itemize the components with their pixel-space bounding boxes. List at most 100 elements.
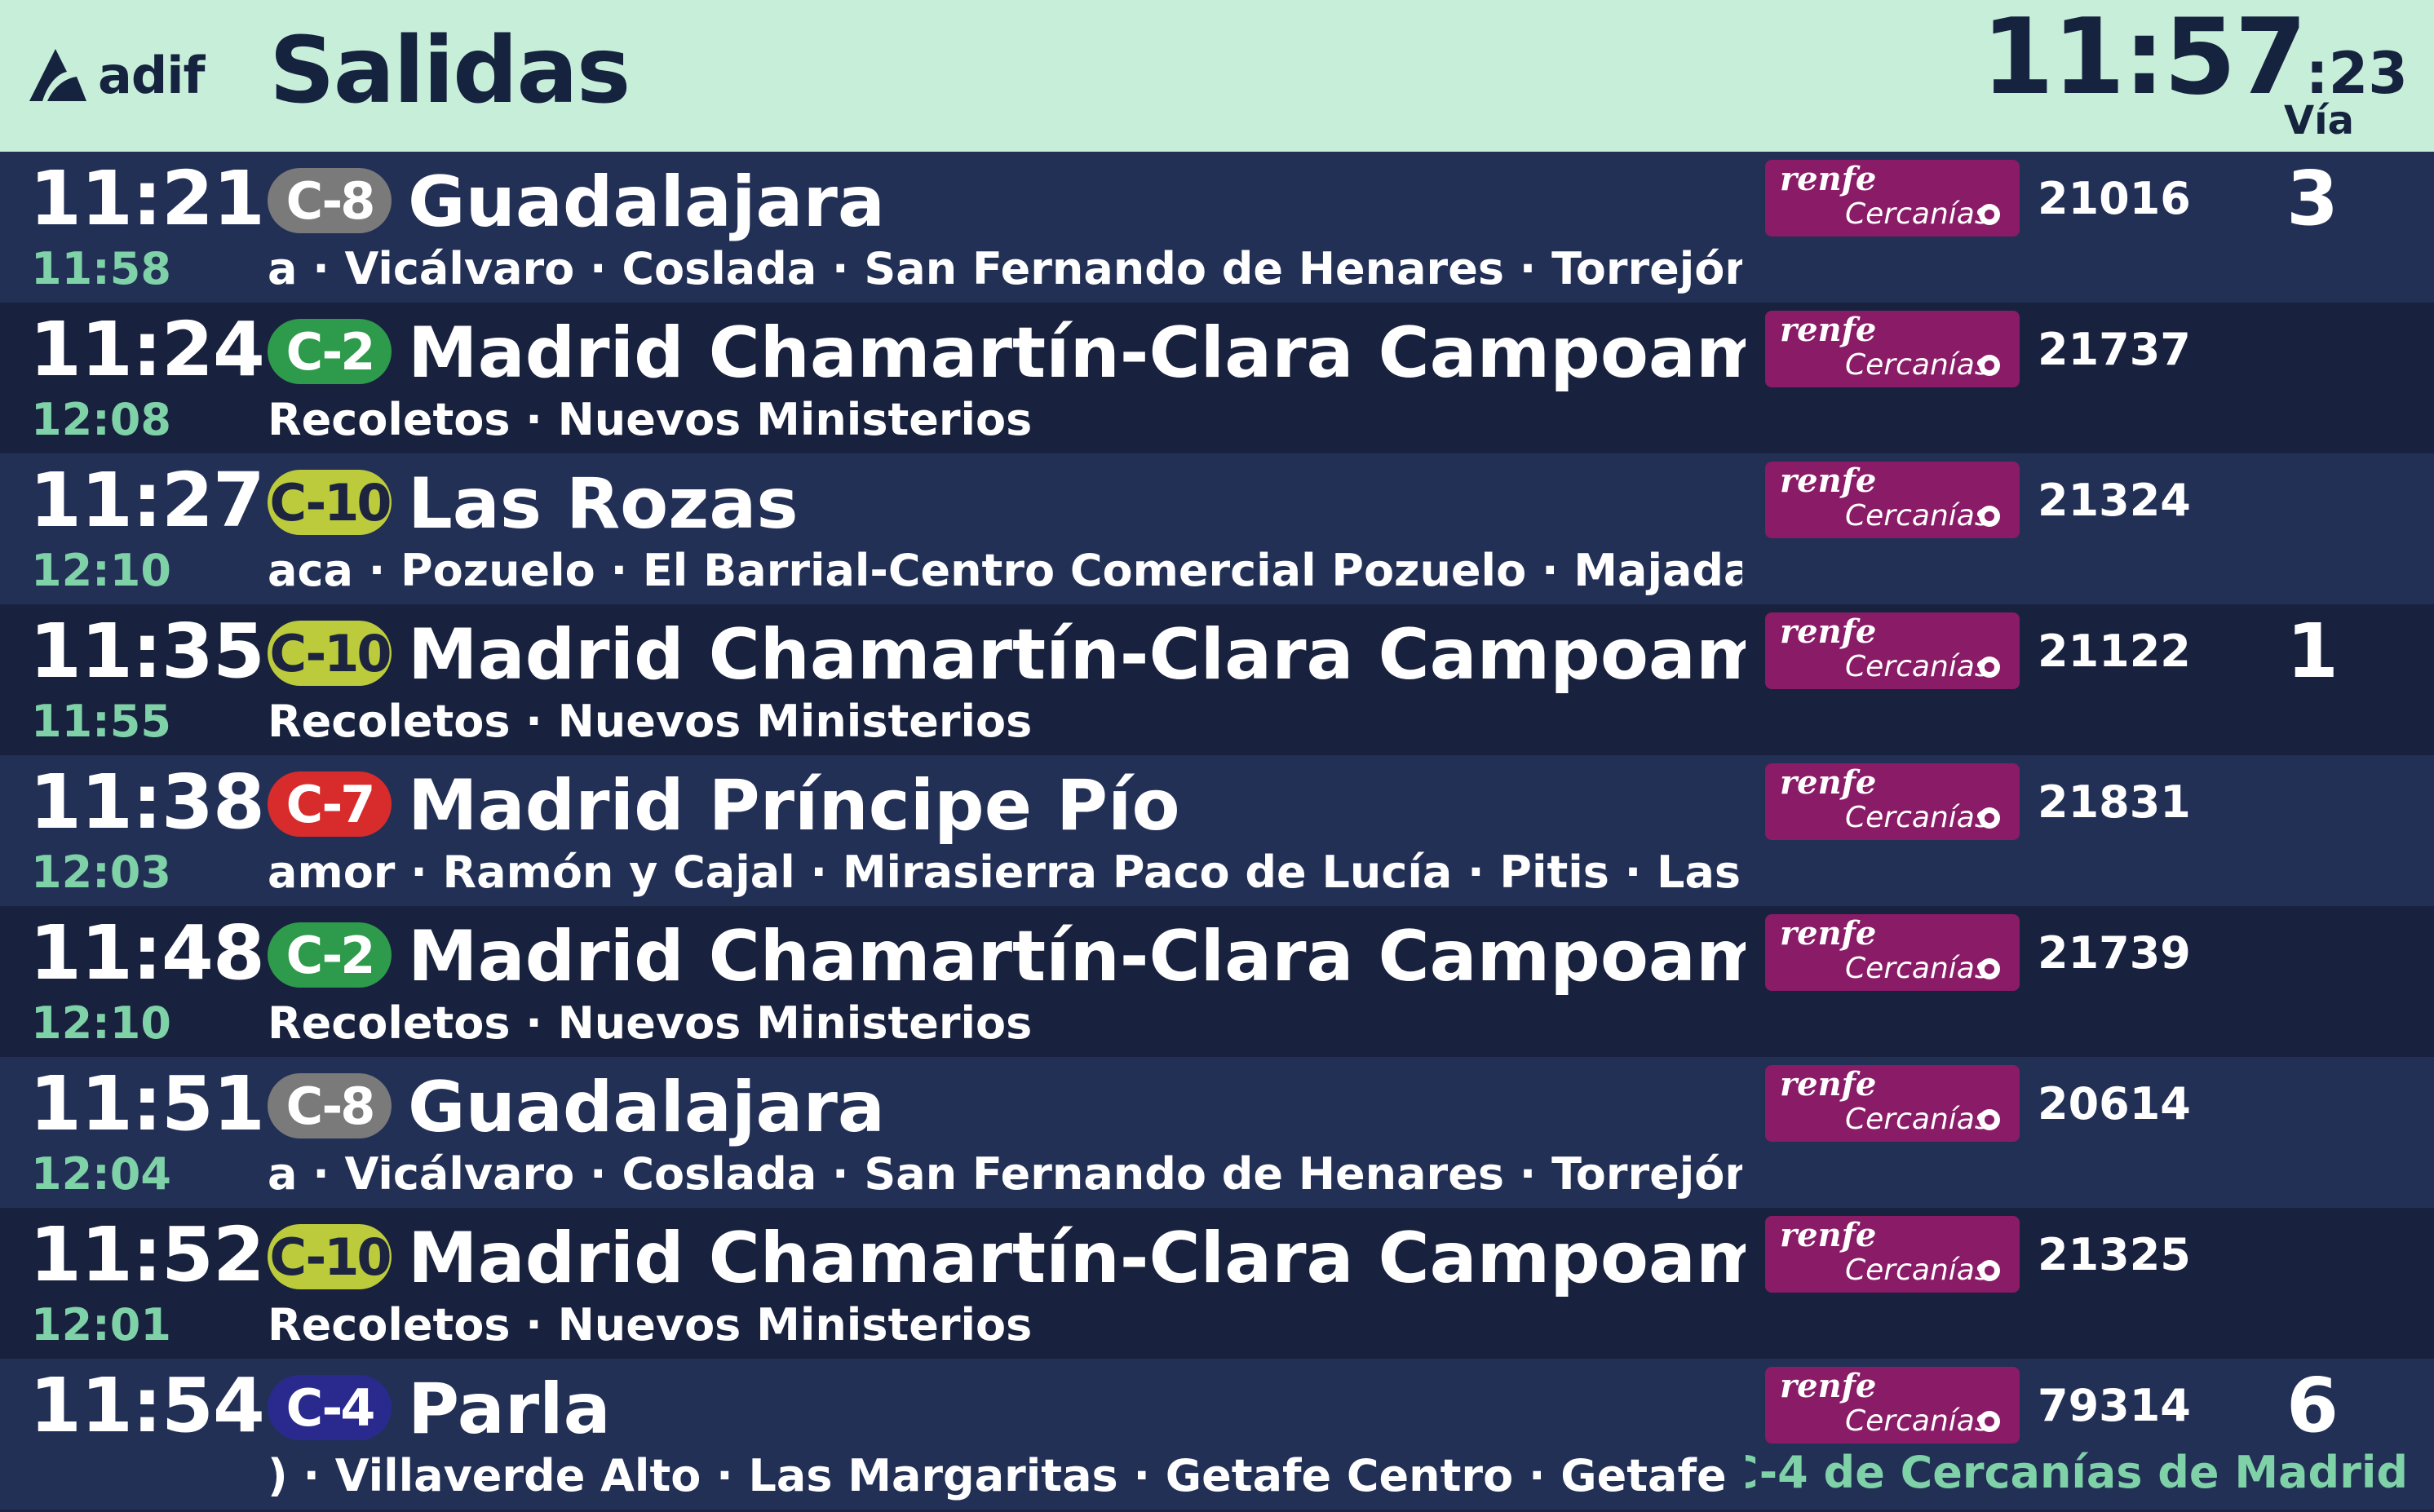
train-number: 21737	[2038, 324, 2191, 375]
intermediate-stops: Recoletos · Nuevos Ministerios	[268, 1299, 1742, 1356]
platform-number: 1	[2286, 608, 2339, 695]
operator-service: Cercanías	[1845, 1404, 1990, 1438]
operator-name: renfe	[1780, 612, 1877, 651]
stops-text: Recoletos · Nuevos Ministerios	[268, 997, 1033, 1049]
departure-row: 11:38 12:03 C-7 Madrid Príncipe Pío amor · R…	[0, 755, 2434, 906]
intermediate-stops: Recoletos · Nuevos Ministerios	[268, 997, 1742, 1054]
operator-logo: renfe Cercanías	[1765, 1367, 2020, 1443]
destination: Guadalajara	[408, 1067, 885, 1148]
operator-service: Cercanías	[1845, 499, 1990, 533]
operator-service: Cercanías	[1845, 197, 1990, 231]
train-number: 21739	[2038, 927, 2191, 979]
destination: Madrid Príncipe Pío	[408, 765, 1180, 847]
departure-time: 11:54	[29, 1362, 265, 1449]
line-badge: C-8	[268, 1073, 392, 1138]
destination: Parla	[408, 1368, 611, 1450]
estimated-time: 12:03	[31, 847, 171, 898]
operator-logo: renfe Cercanías	[1765, 462, 2020, 538]
train-number: 79314	[2038, 1380, 2191, 1431]
platform-column-header: Vía	[2284, 98, 2354, 144]
destination: Madrid Chamartín-Clara Campoamor	[408, 312, 1746, 394]
destination: Las Rozas	[408, 463, 799, 545]
intermediate-stops: Recoletos · Nuevos Ministerios	[268, 696, 1742, 753]
operator-dot-icon	[1979, 506, 2000, 527]
line-badge: C-8	[268, 168, 392, 233]
stops-text: aca · Pozuelo · El Barrial-Centro Comerc…	[268, 545, 1742, 596]
adif-logo-text: adif	[98, 45, 205, 105]
ticker-message: / C-4 de Cercanías de Madrid	[1746, 1445, 2434, 1507]
departure-time: 11:51	[29, 1060, 265, 1147]
train-number: 21122	[2038, 626, 2191, 677]
operator-dot-icon	[1979, 958, 2000, 979]
operator-logo: renfe Cercanías	[1765, 1216, 2020, 1293]
stops-text: Recoletos · Nuevos Ministerios	[268, 394, 1033, 445]
intermediate-stops: amor · Ramón y Cajal · Mirasierra Paco d…	[268, 847, 1742, 904]
header-bar: adif Salidas 11:57:23 Vía	[0, 0, 2434, 152]
operator-name: renfe	[1780, 462, 1877, 500]
departure-row: 11:51 12:04 C-8 Guadalajara a · Vicálvaro · …	[0, 1057, 2434, 1208]
line-badge: C-2	[268, 922, 392, 988]
operator-logo: renfe Cercanías	[1765, 763, 2020, 840]
stops-text: Recoletos · Nuevos Ministerios	[268, 696, 1033, 747]
departure-time: 11:24	[29, 306, 265, 393]
stops-text: ) · Villaverde Alto · Las Margaritas · G…	[268, 1450, 1742, 1501]
train-number: 21324	[2038, 475, 2191, 526]
destination: Madrid Chamartín-Clara Campoamor	[408, 614, 1746, 696]
stops-text: amor · Ramón y Cajal · Mirasierra Paco d…	[268, 847, 1742, 898]
clock-seconds: :23	[2305, 40, 2408, 107]
operator-dot-icon	[1979, 1411, 2000, 1432]
stops-text: a · Vicálvaro · Coslada · San Fernando d…	[268, 1148, 1742, 1200]
destination: Guadalajara	[408, 161, 885, 243]
platform-number: 6	[2286, 1362, 2339, 1449]
departure-row: 11:24 12:08 C-2 Madrid Chamartín-Clara Camp…	[0, 303, 2434, 453]
departure-time: 11:38	[29, 758, 265, 846]
page-title: Salidas	[269, 18, 631, 124]
estimated-time: 12:08	[31, 394, 171, 445]
line-badge: C-7	[268, 771, 392, 837]
departure-row: 11:35 11:55 C-10 Madrid Chamartín-Clara Cam…	[0, 604, 2434, 755]
operator-name: renfe	[1780, 1367, 1877, 1405]
operator-service: Cercanías	[1845, 1103, 1990, 1136]
intermediate-stops: aca · Pozuelo · El Barrial-Centro Comerc…	[268, 545, 1742, 602]
operator-name: renfe	[1780, 1216, 1877, 1254]
intermediate-stops: a · Vicálvaro · Coslada · San Fernando d…	[268, 1148, 1742, 1205]
operator-logo: renfe Cercanías	[1765, 1065, 2020, 1142]
operator-name: renfe	[1780, 160, 1877, 198]
estimated-time: 12:01	[31, 1299, 171, 1351]
stops-text: Recoletos · Nuevos Ministerios	[268, 1299, 1033, 1351]
line-badge: C-10	[268, 470, 392, 535]
departure-row: 11:21 11:58 C-8 Guadalajara a · Vicálvaro · …	[0, 152, 2434, 303]
intermediate-stops: ) · Villaverde Alto · Las Margaritas · G…	[268, 1450, 1742, 1507]
operator-dot-icon	[1979, 807, 2000, 829]
train-number: 21325	[2038, 1229, 2191, 1280]
operator-dot-icon	[1979, 204, 2000, 225]
departure-time: 11:35	[29, 608, 265, 695]
operator-service: Cercanías	[1845, 801, 1990, 834]
departure-time: 11:27	[29, 457, 265, 544]
departure-row: 11:48 12:10 C-2 Madrid Chamartín-Clara Camp…	[0, 906, 2434, 1057]
operator-dot-icon	[1979, 1260, 2000, 1281]
estimated-time: 12:04	[31, 1148, 171, 1200]
line-badge: C-4	[268, 1375, 392, 1440]
departure-time: 11:48	[29, 909, 265, 997]
operator-service: Cercanías	[1845, 650, 1990, 683]
stops-text: a · Vicálvaro · Coslada · San Fernando d…	[268, 243, 1742, 294]
departure-time: 11:21	[29, 155, 265, 242]
departure-row: 11:52 12:01 C-10 Madrid Chamartín-Clara Cam…	[0, 1208, 2434, 1359]
destination: Madrid Chamartín-Clara Campoamor	[408, 1218, 1746, 1299]
estimated-time: 12:10	[31, 997, 171, 1049]
operator-logo: renfe Cercanías	[1765, 612, 2020, 689]
estimated-time: 11:58	[31, 243, 171, 294]
departure-row: 11:27 12:10 C-10 Las Rozas aca · Pozuelo · E…	[0, 453, 2434, 604]
line-badge: C-2	[268, 319, 392, 384]
operator-dot-icon	[1979, 1109, 2000, 1130]
departures-list: 11:21 11:58 C-8 Guadalajara a · Vicálvaro · …	[0, 152, 2434, 1510]
adif-logo: adif	[24, 34, 205, 116]
operator-service: Cercanías	[1845, 348, 1990, 382]
operator-service: Cercanías	[1845, 952, 1990, 985]
train-number: 21016	[2038, 173, 2191, 224]
line-badge: C-10	[268, 621, 392, 686]
operator-name: renfe	[1780, 1065, 1877, 1103]
operator-name: renfe	[1780, 311, 1877, 349]
line-badge: C-10	[268, 1224, 392, 1289]
